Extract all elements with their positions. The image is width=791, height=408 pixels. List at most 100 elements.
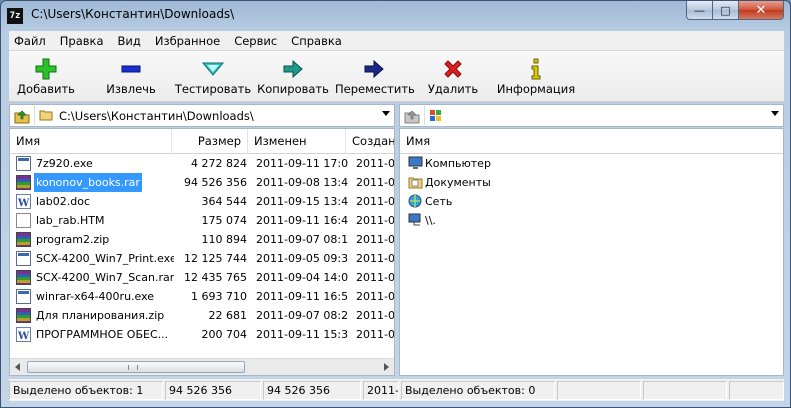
right-status-cell bbox=[729, 381, 784, 400]
close-button[interactable]: ✕ bbox=[739, 1, 784, 20]
menu-edit[interactable]: Правка bbox=[53, 34, 111, 48]
table-row[interactable]: lab_rab.HTM 175 074 2011-09-11 16:42 2011-0… bbox=[10, 211, 394, 230]
check-icon bbox=[202, 62, 224, 76]
network-icon bbox=[408, 194, 422, 208]
column-modified[interactable]: Изменен bbox=[248, 129, 346, 154]
plus-icon bbox=[35, 58, 57, 80]
table-row[interactable]: program2.zip 110 894 2011-09-07 08:18 2011-… bbox=[10, 230, 394, 249]
scrollbar-thumb[interactable] bbox=[27, 361, 245, 373]
menu-help[interactable]: Справка bbox=[284, 34, 349, 48]
title-bar[interactable]: 7z C:\Users\Константин\Downloads\ — □ ✕ bbox=[1, 1, 790, 31]
scroll-right-icon[interactable] bbox=[384, 363, 389, 371]
documents-folder-icon bbox=[408, 177, 423, 189]
table-row[interactable]: SCX-4200_Win7_Print.exe 12 125 744 2011-09… bbox=[10, 249, 394, 268]
move-button[interactable]: Переместить bbox=[335, 51, 415, 102]
left-selected-count: Выделено объектов: 1 bbox=[9, 381, 163, 400]
toolbar: Добавить Извлечь Тестировать Копировать bbox=[9, 51, 784, 102]
move-arrow-icon bbox=[364, 59, 384, 79]
delete-x-icon bbox=[444, 60, 462, 78]
left-selected-date: 2011-0 bbox=[363, 381, 399, 400]
folder-up-icon[interactable] bbox=[404, 108, 420, 124]
delete-button[interactable]: Удалить bbox=[423, 51, 483, 102]
file-name: Для планирования.zip bbox=[36, 309, 165, 322]
table-row[interactable]: Для планирования.zip 22 681 2011-09-07 08:… bbox=[10, 306, 394, 325]
menu-view[interactable]: Вид bbox=[111, 34, 148, 48]
add-button[interactable]: Добавить bbox=[13, 51, 79, 102]
chevron-down-icon[interactable] bbox=[382, 111, 390, 116]
menu-favorites[interactable]: Избранное bbox=[148, 34, 227, 48]
archive-file-icon bbox=[16, 308, 31, 323]
file-created: 2011-09 bbox=[356, 195, 395, 208]
app-icon: 7z bbox=[7, 8, 23, 24]
chevron-down-icon[interactable] bbox=[771, 111, 779, 116]
test-label: Тестировать bbox=[174, 82, 252, 96]
file-size: 12 125 744 bbox=[184, 252, 247, 265]
list-item-label: Компьютер bbox=[425, 157, 491, 170]
table-row[interactable]: winrar-x64-400ru.exe 1 693 710 2011-09-11 … bbox=[10, 287, 394, 306]
minimize-button[interactable]: — bbox=[686, 1, 713, 20]
exe-file-icon bbox=[16, 289, 31, 304]
column-name[interactable]: Имя bbox=[10, 129, 172, 154]
file-size: 200 704 bbox=[201, 328, 248, 341]
file-name-cell: ПРОГРАММНОЕ ОБЕС... bbox=[14, 325, 174, 344]
extract-button[interactable]: Извлечь bbox=[95, 51, 167, 102]
file-created: 2011-09 bbox=[356, 290, 395, 303]
file-created: 2011-09 bbox=[356, 233, 395, 246]
file-name: ПРОГРАММНОЕ ОБЕС... bbox=[36, 328, 169, 341]
table-row[interactable]: SCX-4200_Win7_Scan.rar 12 435 765 2011-09-… bbox=[10, 268, 394, 287]
column-created[interactable]: Создан bbox=[346, 129, 394, 154]
table-row[interactable]: ПРОГРАММНОЕ ОБЕС... 200 704 2011-09-11 15:… bbox=[10, 325, 394, 344]
list-item-label: Документы bbox=[425, 176, 491, 189]
file-name: SCX-4200_Win7_Print.exe bbox=[36, 252, 174, 265]
scroll-left-icon[interactable] bbox=[15, 363, 20, 371]
table-row[interactable]: 7z920.exe 4 272 824 2011-09-11 17:05 2011-0… bbox=[10, 154, 394, 173]
file-modified: 2011-09-15 13:48 bbox=[256, 195, 348, 208]
file-modified: 2011-09-07 08:18 bbox=[256, 233, 348, 246]
file-name: lab02.doc bbox=[36, 195, 91, 208]
folder-up-icon[interactable] bbox=[14, 108, 30, 124]
main-window: 7z C:\Users\Константин\Downloads\ — □ ✕ … bbox=[0, 0, 791, 408]
word-doc-icon bbox=[16, 194, 31, 211]
table-row[interactable]: lab02.doc 364 544 2011-09-15 13:48 2011-09 bbox=[10, 192, 394, 211]
archive-file-icon bbox=[16, 232, 31, 247]
windows-flag-icon bbox=[430, 110, 441, 121]
column-size[interactable]: Размер bbox=[172, 129, 248, 154]
left-packed-size: 94 526 356 bbox=[263, 381, 361, 400]
right-path-field[interactable] bbox=[424, 106, 782, 125]
horizontal-scrollbar[interactable] bbox=[10, 358, 394, 375]
column-name[interactable]: Имя bbox=[400, 129, 783, 154]
file-created: 2011-09 bbox=[356, 328, 395, 341]
info-button[interactable]: Информация bbox=[493, 51, 579, 102]
extract-label: Извлечь bbox=[106, 82, 156, 96]
file-name-cell: winrar-x64-400ru.exe bbox=[14, 287, 174, 306]
file-created: 2011-09 bbox=[356, 252, 395, 265]
file-name-cell: Для планирования.zip bbox=[14, 306, 174, 325]
file-modified: 2011-09-08 13:45 bbox=[256, 176, 348, 189]
copy-arrow-icon bbox=[283, 59, 303, 79]
exe-file-icon bbox=[16, 251, 31, 266]
maximize-button[interactable]: □ bbox=[713, 1, 739, 20]
network-path-icon bbox=[408, 213, 421, 226]
file-created: 2011-09 bbox=[356, 309, 395, 322]
minus-icon bbox=[121, 65, 141, 73]
test-button[interactable]: Тестировать bbox=[173, 51, 253, 102]
file-modified: 2011-09-11 15:38 bbox=[256, 328, 348, 341]
file-created: 2011-09 bbox=[356, 214, 395, 227]
menu-tools[interactable]: Сервис bbox=[227, 34, 284, 48]
file-name-cell: 7z920.exe bbox=[14, 154, 174, 173]
file-created: 2011-09 bbox=[356, 157, 395, 170]
right-column-header: Имя bbox=[400, 129, 783, 154]
file-name: 7z920.exe bbox=[36, 157, 93, 170]
file-name: program2.zip bbox=[36, 233, 110, 246]
table-row[interactable]: kononov_books.rar 94 526 356 2011-09-08 13… bbox=[10, 173, 394, 192]
left-path-field[interactable]: C:\Users\Константин\Downloads\ bbox=[34, 106, 393, 125]
file-modified: 2011-09-07 08:22 bbox=[256, 309, 348, 322]
right-file-panel: Имя Компьютер Документы Сеть \\. bbox=[399, 128, 784, 376]
folder-icon bbox=[39, 110, 53, 121]
copy-button[interactable]: Копировать bbox=[257, 51, 329, 102]
file-modified: 2011-09-11 16:57 bbox=[256, 290, 348, 303]
move-label: Переместить bbox=[335, 82, 415, 96]
right-address-bar bbox=[399, 104, 784, 127]
word-doc-icon bbox=[16, 327, 31, 344]
menu-file[interactable]: Файл bbox=[9, 34, 53, 48]
